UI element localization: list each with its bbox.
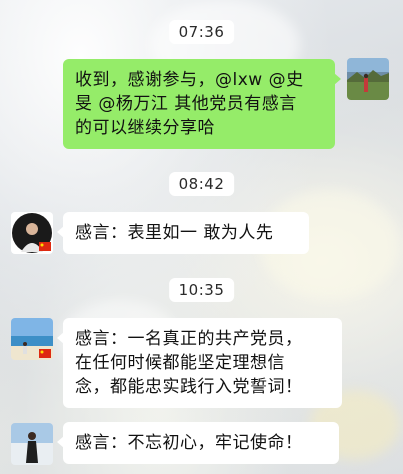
message-line: 念，都能忠实践行入党誓词！ [75, 377, 303, 397]
message-line: 感言：不忘初心，牢记使命！ [75, 433, 303, 453]
timestamp: 10:35 [168, 278, 235, 302]
message-line: 收到，感谢参与，@lxw @史 [75, 70, 304, 90]
message-bubble[interactable]: 收到，感谢参与，@lxw @史 旻 @杨万江 其他党员有感言 的可以继续分享哈 [63, 59, 341, 149]
person-landscape-avatar[interactable] [11, 423, 53, 465]
message-line: 感言：一名真正的共产党员， [75, 329, 303, 349]
timestamp: 08:42 [168, 172, 235, 196]
person-flag-avatar[interactable] [11, 212, 53, 254]
message-line: 感言：表里如一 敢为人先 [75, 223, 274, 243]
message-bubble[interactable]: 感言：表里如一 敢为人先 [57, 212, 309, 254]
message-bubble[interactable]: 感言：一名真正的共产党员， 在任何时候都能坚定理想信 念，都能忠实践行入党誓词！ [57, 318, 342, 408]
message-line: 在任何时候都能坚定理想信 [75, 353, 285, 373]
timestamp: 07:36 [168, 20, 235, 44]
beach-flag-avatar[interactable] [11, 318, 53, 360]
message-bubble[interactable]: 感言：不忘初心，牢记使命！ [57, 422, 339, 464]
landscape-avatar[interactable] [347, 58, 389, 100]
message-line: 的可以继续分享哈 [75, 118, 215, 138]
message-line: 旻 @杨万江 其他党员有感言 [75, 94, 297, 114]
